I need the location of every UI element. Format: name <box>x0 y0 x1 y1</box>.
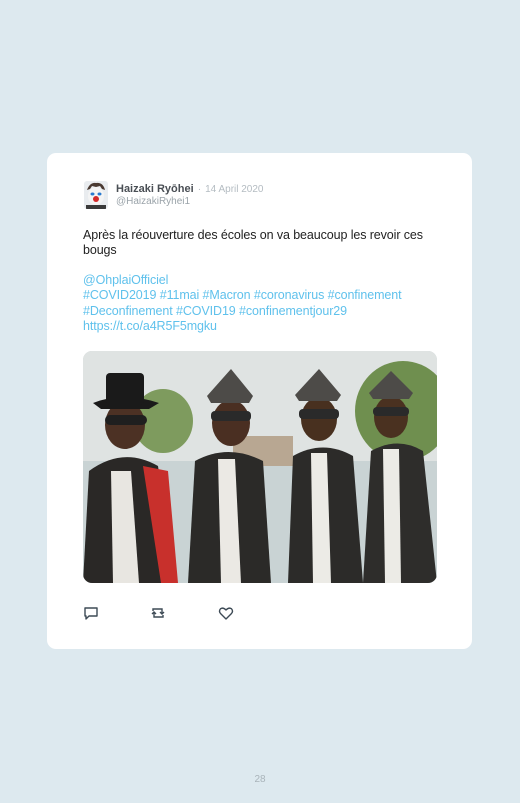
tweet-text: Après la réouverture des écoles on va be… <box>83 228 423 258</box>
tweet-photo[interactable] <box>83 351 437 583</box>
avatar[interactable] <box>84 181 108 209</box>
tweet-link[interactable]: https://t.co/a4R5F5mgku <box>83 319 437 334</box>
like-icon[interactable] <box>218 605 234 621</box>
mention-link[interactable]: @OhplaiOfficiel <box>83 273 437 288</box>
tweet-date[interactable]: 14 April 2020 <box>205 184 263 195</box>
reply-icon[interactable] <box>83 605 99 621</box>
tweet-tags: @OhplaiOfficiel #COVID2019 #11mai #Macro… <box>83 273 437 334</box>
author-handle[interactable]: @HaizakiRyhei1 <box>116 196 190 207</box>
tweet-actions <box>47 605 472 623</box>
retweet-icon[interactable] <box>150 605 166 621</box>
separator: · <box>197 184 202 195</box>
hashtag-line[interactable]: #Deconfinement #COVID19 #confinementjour… <box>83 304 437 319</box>
page-number: 28 <box>254 774 266 785</box>
tweet-card: Haizaki Ryōhei · 14 April 2020 @HaizakiR… <box>47 153 472 649</box>
author-row: Haizaki Ryōhei · 14 April 2020 <box>116 183 264 195</box>
hashtag-line[interactable]: #COVID2019 #11mai #Macron #coronavirus #… <box>83 288 437 303</box>
author-name[interactable]: Haizaki Ryōhei <box>116 183 194 195</box>
